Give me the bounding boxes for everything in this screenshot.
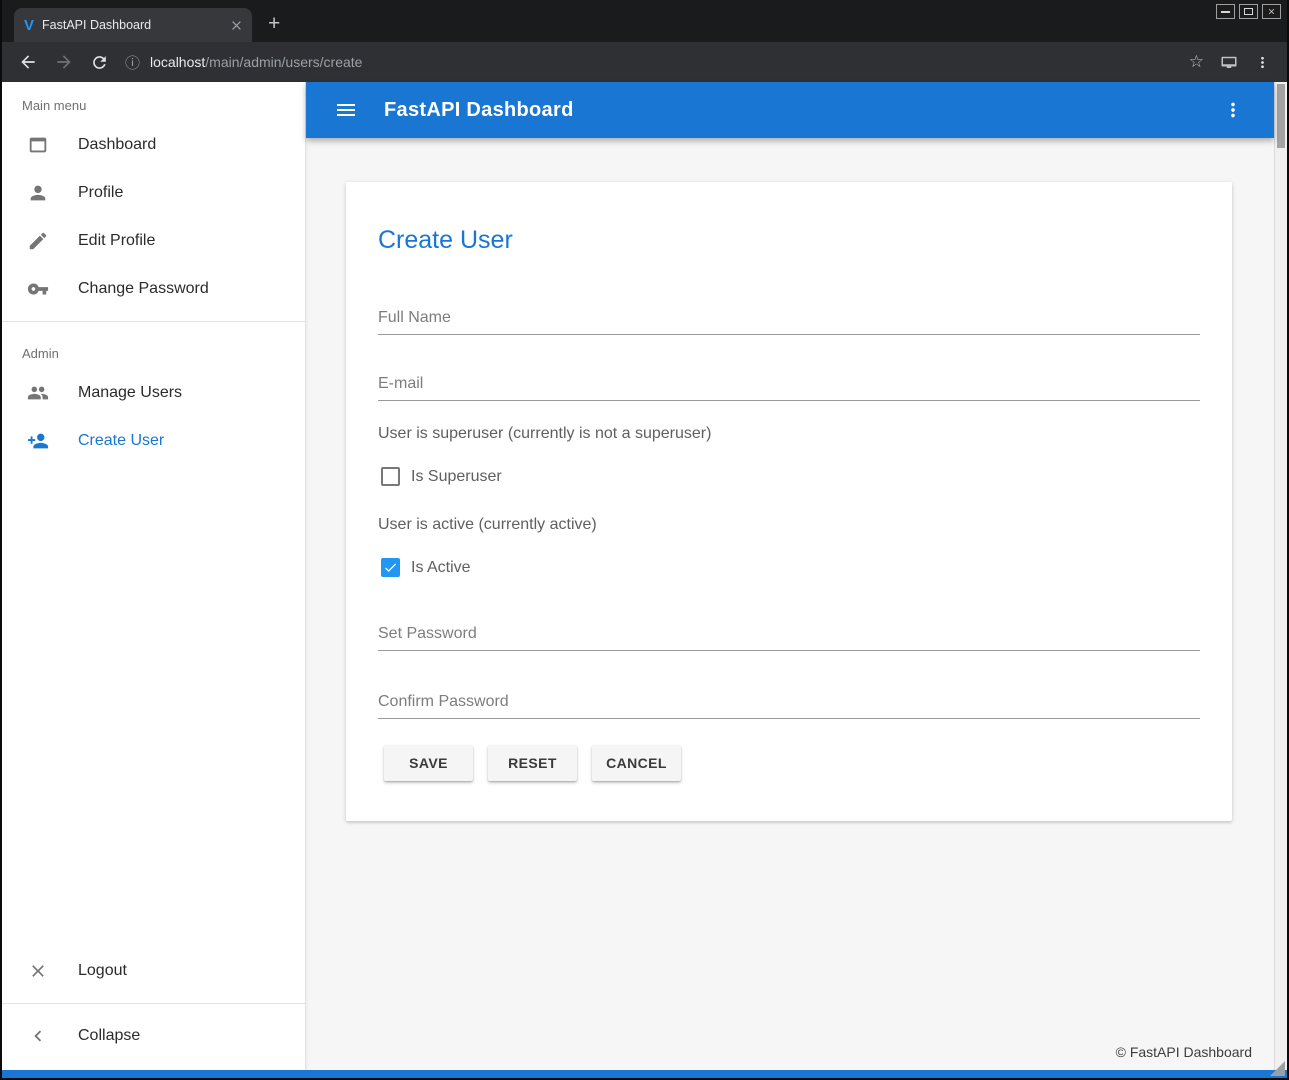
superuser-hint-text: User is superuser (currently is not a su… (378, 425, 1200, 443)
sidebar-item-dashboard[interactable]: Dashboard (2, 121, 305, 169)
browser-menu-icon[interactable] (1254, 54, 1271, 71)
sidebar-item-manage-users[interactable]: Manage Users (2, 369, 305, 417)
window-close-button[interactable] (1262, 4, 1281, 19)
reset-button[interactable]: RESET (488, 745, 577, 781)
maximize-icon (1244, 8, 1253, 15)
tab-close-icon[interactable] (229, 18, 244, 33)
page-title: Create User (378, 226, 1200, 255)
save-button[interactable]: SAVE (384, 745, 473, 781)
vertical-scrollbar[interactable] (1274, 82, 1287, 1070)
url-path: /main/admin/users/create (205, 54, 362, 70)
cancel-button[interactable]: CANCEL (592, 745, 681, 781)
sidebar-item-create-user[interactable]: Create User (2, 417, 305, 465)
url-bar[interactable]: ⓘ localhost/main/admin/users/create (125, 52, 1173, 73)
chevron-left-icon (26, 1024, 50, 1048)
hamburger-menu-icon[interactable] (334, 98, 358, 122)
reload-icon[interactable] (90, 53, 109, 72)
sidebar-item-edit-profile[interactable]: Edit Profile (2, 217, 305, 265)
is-active-checkbox-row[interactable]: Is Active (381, 558, 1200, 577)
is-superuser-checkbox-row[interactable]: Is Superuser (381, 467, 1200, 486)
sidebar-divider (2, 1003, 305, 1004)
scrollbar-thumb[interactable] (1277, 84, 1285, 148)
is-superuser-checkbox[interactable] (381, 467, 400, 486)
sidebar-divider (2, 321, 305, 322)
logout-x-icon (26, 959, 50, 983)
set-password-underline (378, 650, 1200, 651)
dashboard-icon (26, 133, 50, 157)
sidebar-item-label: Profile (78, 184, 123, 202)
sidebar-item-logout[interactable]: Logout (2, 947, 305, 995)
confirm-password-input[interactable]: Confirm Password (378, 693, 1200, 719)
checkmark-icon (383, 560, 398, 575)
new-tab-button[interactable]: + (268, 13, 280, 34)
is-superuser-label: Is Superuser (411, 468, 502, 486)
sidebar-item-label: Manage Users (78, 384, 182, 402)
app-bar-title: FastAPI Dashboard (384, 99, 574, 122)
key-icon (26, 277, 50, 301)
is-active-label: Is Active (411, 559, 471, 577)
people-icon (26, 381, 50, 405)
email-underline (378, 400, 1200, 401)
forward-icon[interactable] (54, 52, 74, 72)
create-user-card: Create User Full Name E-mail User is sup… (346, 182, 1232, 821)
site-info-icon[interactable]: ⓘ (125, 52, 140, 73)
app-bar: FastAPI Dashboard (306, 82, 1274, 138)
page-body: Main menu Dashboard Profile Edit Profile (2, 82, 1287, 1070)
tab-strip: V FastAPI Dashboard + (2, 0, 1287, 42)
full-name-underline (378, 334, 1200, 335)
sidebar-item-profile[interactable]: Profile (2, 169, 305, 217)
set-password-label: Set Password (378, 625, 1200, 643)
set-password-input[interactable]: Set Password (378, 625, 1200, 651)
page-footer: © FastAPI Dashboard (306, 1034, 1274, 1070)
sidebar-item-change-password[interactable]: Change Password (2, 265, 305, 313)
main-area: FastAPI Dashboard Create User Full Name … (306, 82, 1274, 1070)
full-name-label: Full Name (378, 309, 1200, 327)
minimize-icon (1221, 11, 1230, 13)
sidebar-spacer (2, 465, 305, 947)
tab-title: FastAPI Dashboard (42, 18, 221, 32)
window-resize-grip[interactable] (1270, 1061, 1285, 1076)
sidebar-item-label: Logout (78, 962, 127, 980)
is-active-checkbox[interactable] (381, 558, 400, 577)
bookmark-star-icon[interactable]: ☆ (1189, 52, 1204, 72)
browser-extension-icon[interactable] (1220, 53, 1238, 71)
active-hint-text: User is active (currently active) (378, 516, 1200, 534)
confirm-password-label: Confirm Password (378, 693, 1200, 711)
browser-window: V FastAPI Dashboard + ⓘ localhost/mai (0, 0, 1289, 1080)
bottom-accent-strip (2, 1070, 1287, 1078)
email-input[interactable]: E-mail (378, 375, 1200, 401)
sidebar-item-label: Change Password (78, 280, 209, 298)
sidebar-item-collapse[interactable]: Collapse (2, 1012, 305, 1060)
url-host: localhost (150, 54, 205, 70)
confirm-password-underline (378, 718, 1200, 719)
url-text: localhost/main/admin/users/create (150, 54, 362, 70)
sidebar-section-admin: Admin (2, 330, 305, 369)
pencil-icon (26, 229, 50, 253)
copyright-text: © FastAPI Dashboard (1116, 1044, 1252, 1060)
person-icon (26, 181, 50, 205)
sidebar-section-main-menu: Main menu (2, 82, 305, 121)
sidebar-item-label: Collapse (78, 1027, 140, 1045)
address-bar: ⓘ localhost/main/admin/users/create ☆ (2, 42, 1287, 82)
vuetify-favicon-icon: V (24, 17, 34, 34)
back-icon[interactable] (18, 52, 38, 72)
window-maximize-button[interactable] (1239, 4, 1258, 19)
window-minimize-button[interactable] (1216, 4, 1235, 19)
form-actions: SAVE RESET CANCEL (384, 745, 1200, 781)
full-name-input[interactable]: Full Name (378, 309, 1200, 335)
email-label: E-mail (378, 375, 1200, 393)
sidebar-item-label: Create User (78, 432, 164, 450)
sidebar-item-label: Dashboard (78, 136, 156, 154)
close-icon (1267, 7, 1276, 16)
person-add-icon (26, 429, 50, 453)
content-area: Create User Full Name E-mail User is sup… (306, 138, 1274, 1034)
sidebar-item-label: Edit Profile (78, 232, 155, 250)
app-bar-menu-icon[interactable] (1222, 99, 1244, 121)
sidebar: Main menu Dashboard Profile Edit Profile (2, 82, 306, 1070)
window-controls (1216, 4, 1281, 19)
browser-tab[interactable]: V FastAPI Dashboard (14, 8, 252, 42)
